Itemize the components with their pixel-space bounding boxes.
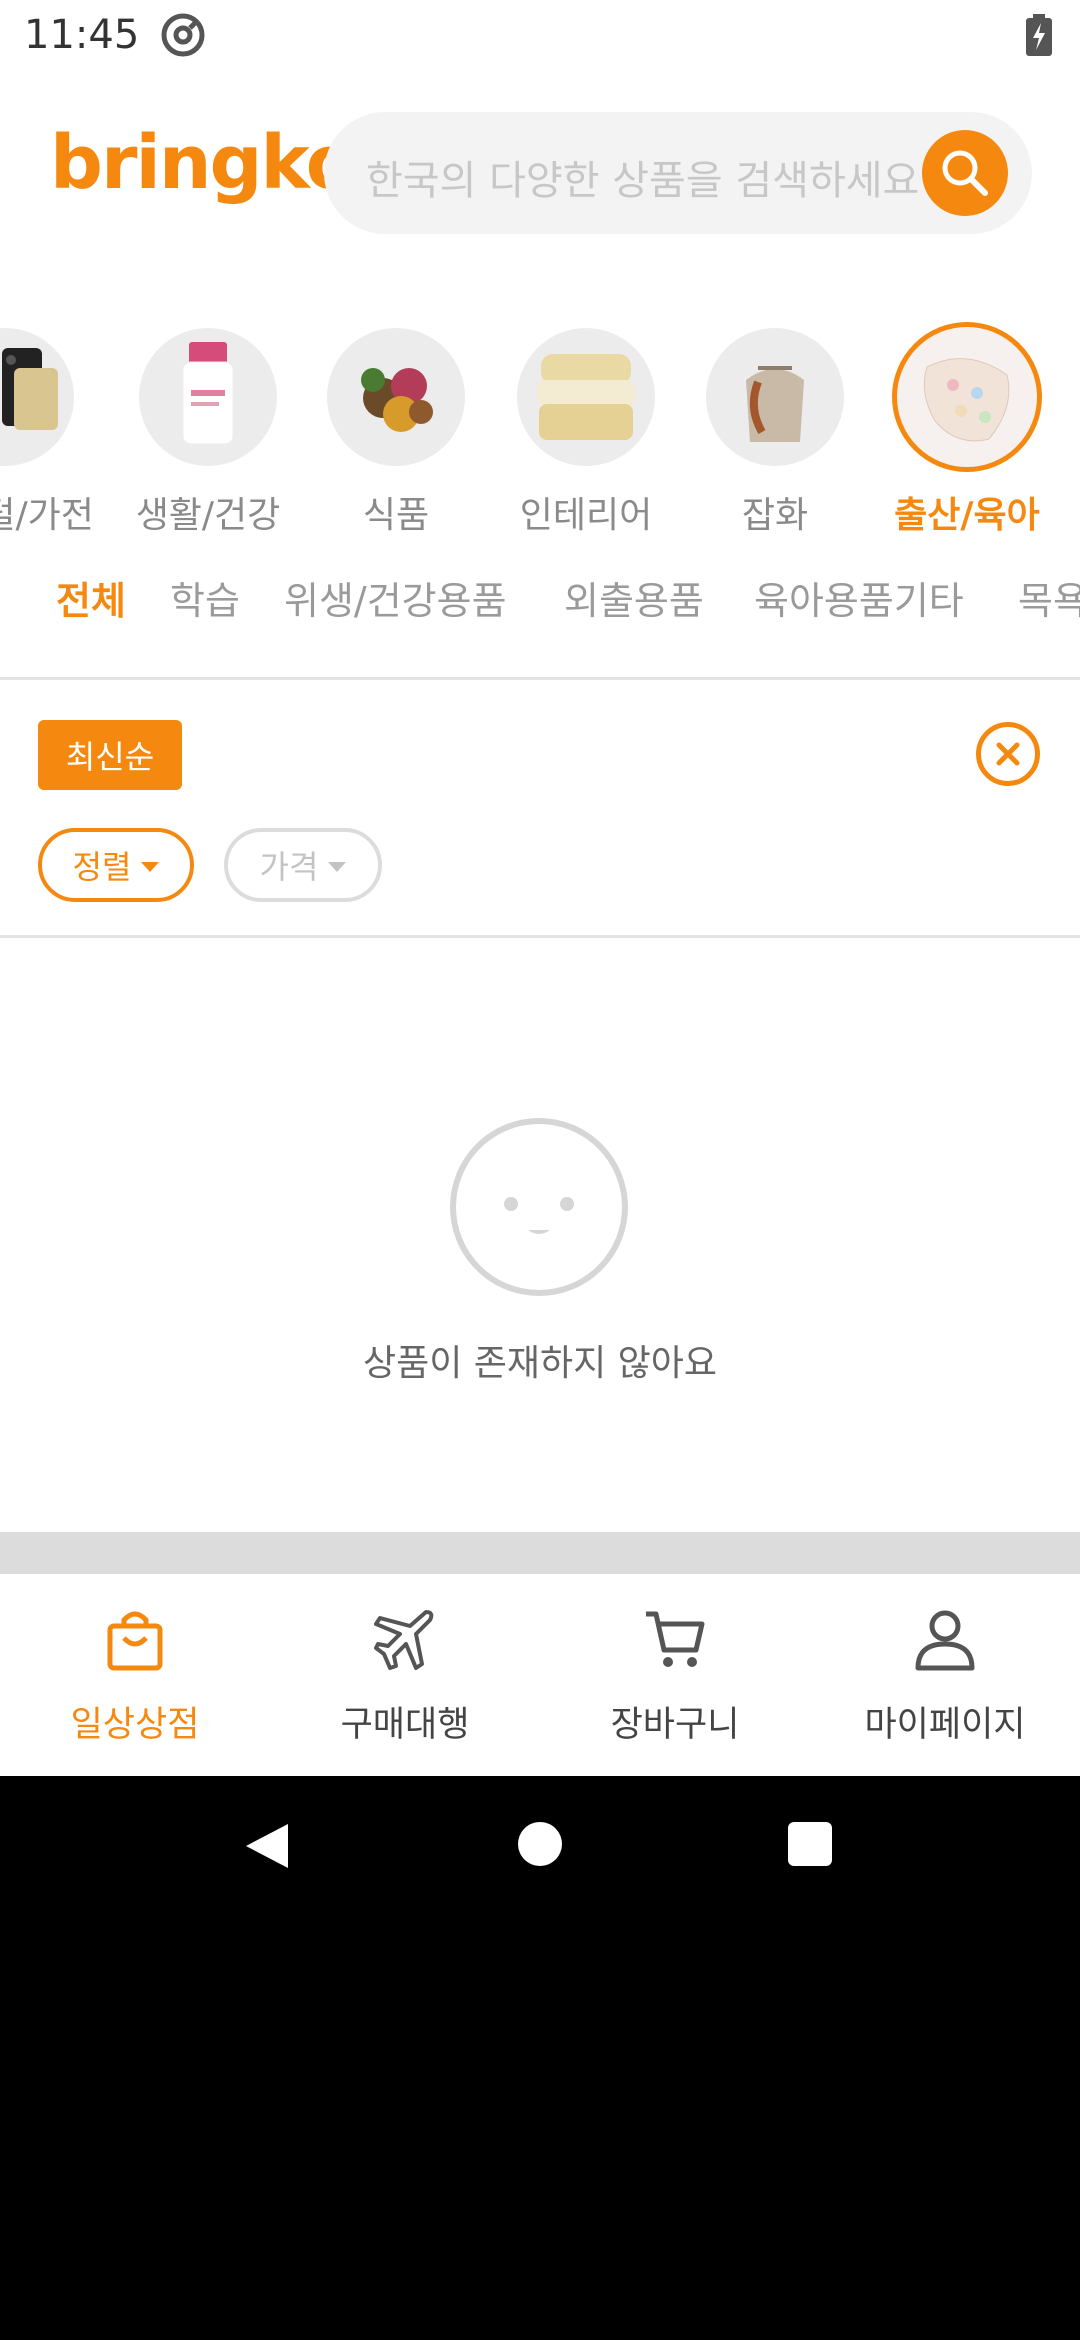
status-bar: 11:45 [0, 0, 1080, 72]
category-baby[interactable]: 출산/육아 [872, 320, 1062, 538]
category-label: 생활/건강 [135, 495, 281, 536]
nav-label: 일상상점 [70, 1705, 200, 1745]
supplement-bottle-icon [139, 328, 277, 466]
at-sign-icon [161, 13, 205, 57]
clear-filter-button[interactable] [976, 722, 1040, 786]
chevron-down-icon [328, 862, 347, 872]
applied-filter-chip[interactable]: 최신순 [38, 720, 182, 790]
category-food[interactable]: 식품 [301, 320, 491, 538]
battery-charging-icon [1026, 14, 1052, 56]
category-label: 식품 [362, 495, 430, 536]
baby-item-icon [892, 322, 1042, 472]
category-interior[interactable]: 인테리어 [491, 320, 681, 538]
sort-dropdown-label: 정렬 [72, 848, 132, 886]
sub-tab-baby-etc[interactable]: 육아용품기타 [754, 570, 964, 625]
price-dropdown[interactable]: 가격 [224, 828, 382, 902]
nav-my-page[interactable]: 마이페이지 [810, 1604, 1080, 1747]
sub-tab-all[interactable]: 전체 [56, 570, 126, 625]
nav-cart[interactable]: 장바구니 [540, 1604, 810, 1747]
search-icon [942, 150, 988, 196]
system-navigation-bar [0, 1776, 1080, 1916]
bag-icon [706, 328, 844, 466]
airplane-icon [374, 1610, 434, 1670]
person-icon [915, 1610, 975, 1671]
divider [0, 677, 1080, 680]
category-goods[interactable]: 잡화 [680, 320, 870, 538]
home-icon[interactable] [518, 1822, 562, 1866]
close-circle-icon [996, 742, 1020, 766]
nav-label: 마이페이지 [864, 1705, 1026, 1745]
search-input[interactable]: 한국의 다양한 상품을 검색하세요 [366, 148, 919, 206]
status-time: 11:45 [24, 12, 140, 58]
app-logo[interactable]: bringko [50, 120, 357, 206]
cart-icon [646, 1611, 705, 1667]
shopping-bag-icon [107, 1611, 163, 1671]
category-label: 인테리어 [519, 495, 653, 536]
content-footer-band [0, 1532, 1080, 1574]
chevron-down-icon [141, 862, 160, 872]
category-living[interactable]: 생활/건강 [113, 320, 303, 538]
app-screen: 11:45 bringko 한국의 다양한 상품을 검색하세요 /가전 생활/건… [0, 0, 1080, 1776]
nav-purchase-agent[interactable]: 구매대행 [270, 1604, 540, 1747]
back-icon[interactable] [244, 1822, 290, 1870]
sub-category-tabs: 전체 학습 위생/건강용품 외출용품 육아용품기타 목욕 [0, 570, 1080, 630]
divider [0, 935, 1080, 938]
search-bar[interactable]: 한국의 다양한 상품을 검색하세요 [324, 112, 1032, 234]
bottom-navigation: 일상상점 구매대행 장바구니 마이페이지 [0, 1574, 1080, 1776]
phone-device-icon [0, 328, 74, 466]
category-digital[interactable]: 디지털/가전 [0, 320, 100, 538]
food-icon [327, 328, 465, 466]
nav-label: 장바구니 [610, 1705, 740, 1745]
bedding-icon [517, 328, 655, 466]
sort-dropdown[interactable]: 정렬 [38, 828, 194, 902]
sub-tab-bath[interactable]: 목욕 [1018, 570, 1080, 625]
price-dropdown-label: 가격 [259, 848, 319, 886]
recent-apps-icon[interactable] [788, 1822, 832, 1866]
search-button[interactable] [922, 130, 1008, 216]
nav-daily-store[interactable]: 일상상점 [0, 1604, 270, 1747]
sub-tab-study[interactable]: 학습 [170, 570, 240, 625]
empty-state-message: 상품이 존재하지 않아요 [362, 1343, 718, 1384]
category-label: 잡화 [741, 495, 809, 536]
category-label: 디지털/가전 [0, 495, 94, 536]
category-row: 디지털/가전 생활/건강 [0, 320, 1080, 540]
category-label: 출산/육아 [894, 495, 1040, 536]
sad-face-icon [450, 1118, 628, 1296]
nav-label: 구매대행 [340, 1705, 470, 1745]
sub-tab-outing[interactable]: 외출용품 [564, 570, 704, 625]
sub-tab-hygiene[interactable]: 위생/건강용품 [284, 570, 507, 625]
